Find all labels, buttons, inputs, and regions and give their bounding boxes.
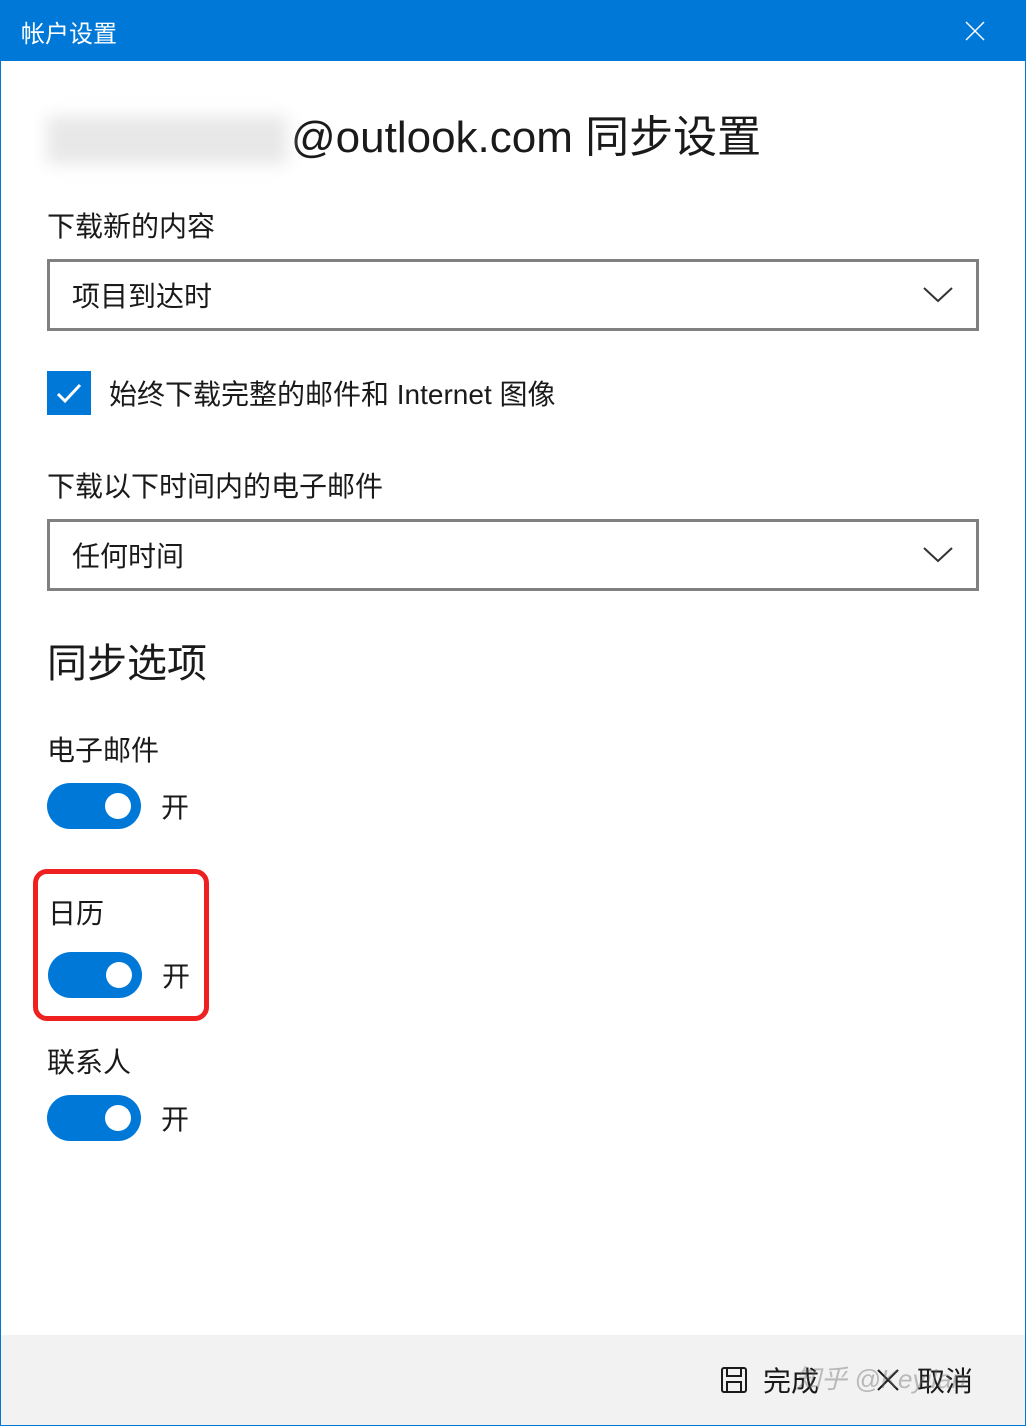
account-settings-window: 帐户设置 @outlook.com 同步设置 下载新的内容 项目到达时 — [0, 0, 1026, 1426]
toggle-knob — [106, 962, 132, 988]
sync-options-heading: 同步选项 — [47, 631, 979, 689]
toggle-knob — [105, 793, 131, 819]
download-time-select[interactable]: 任何时间 — [47, 519, 979, 591]
contacts-toggle[interactable] — [47, 1095, 141, 1141]
chevron-down-icon — [922, 286, 954, 304]
download-time-selected: 任何时间 — [72, 535, 184, 575]
email-label: 电子邮件 — [47, 729, 979, 769]
download-new-selected: 项目到达时 — [72, 275, 212, 315]
cancel-button[interactable]: 取消 — [861, 1352, 985, 1408]
done-button[interactable]: 完成 — [707, 1352, 831, 1408]
close-button[interactable] — [925, 1, 1025, 61]
close-icon — [963, 19, 987, 43]
full-download-checkbox[interactable] — [47, 371, 91, 415]
contacts-state: 开 — [161, 1098, 189, 1138]
titlebar: 帐户设置 — [1, 1, 1025, 61]
footer: 完成 取消 — [1, 1335, 1025, 1425]
calendar-highlight: 日历 开 — [33, 869, 209, 1021]
save-icon — [719, 1365, 749, 1395]
calendar-state: 开 — [162, 955, 190, 995]
toggle-knob — [105, 1105, 131, 1131]
checkmark-icon — [54, 378, 84, 408]
contacts-toggle-group: 联系人 开 — [47, 1041, 979, 1141]
cancel-icon — [873, 1365, 903, 1395]
contacts-label: 联系人 — [47, 1041, 979, 1081]
window-title: 帐户设置 — [21, 14, 117, 49]
calendar-toggle-group: 日历 开 — [48, 892, 190, 998]
chevron-down-icon — [922, 546, 954, 564]
download-new-select[interactable]: 项目到达时 — [47, 259, 979, 331]
page-title: @outlook.com 同步设置 — [47, 101, 979, 165]
download-new-label: 下载新的内容 — [47, 205, 979, 245]
email-toggle-group: 电子邮件 开 — [47, 729, 979, 829]
full-download-row: 始终下载完整的邮件和 Internet 图像 — [47, 371, 979, 415]
download-time-label: 下载以下时间内的电子邮件 — [47, 465, 979, 505]
redacted-email — [47, 116, 287, 164]
calendar-label: 日历 — [48, 892, 190, 932]
content-area: @outlook.com 同步设置 下载新的内容 项目到达时 始终下载完整的邮件… — [1, 61, 1025, 1335]
email-state: 开 — [161, 786, 189, 826]
calendar-toggle[interactable] — [48, 952, 142, 998]
full-download-label: 始终下载完整的邮件和 Internet 图像 — [109, 373, 556, 413]
email-toggle[interactable] — [47, 783, 141, 829]
